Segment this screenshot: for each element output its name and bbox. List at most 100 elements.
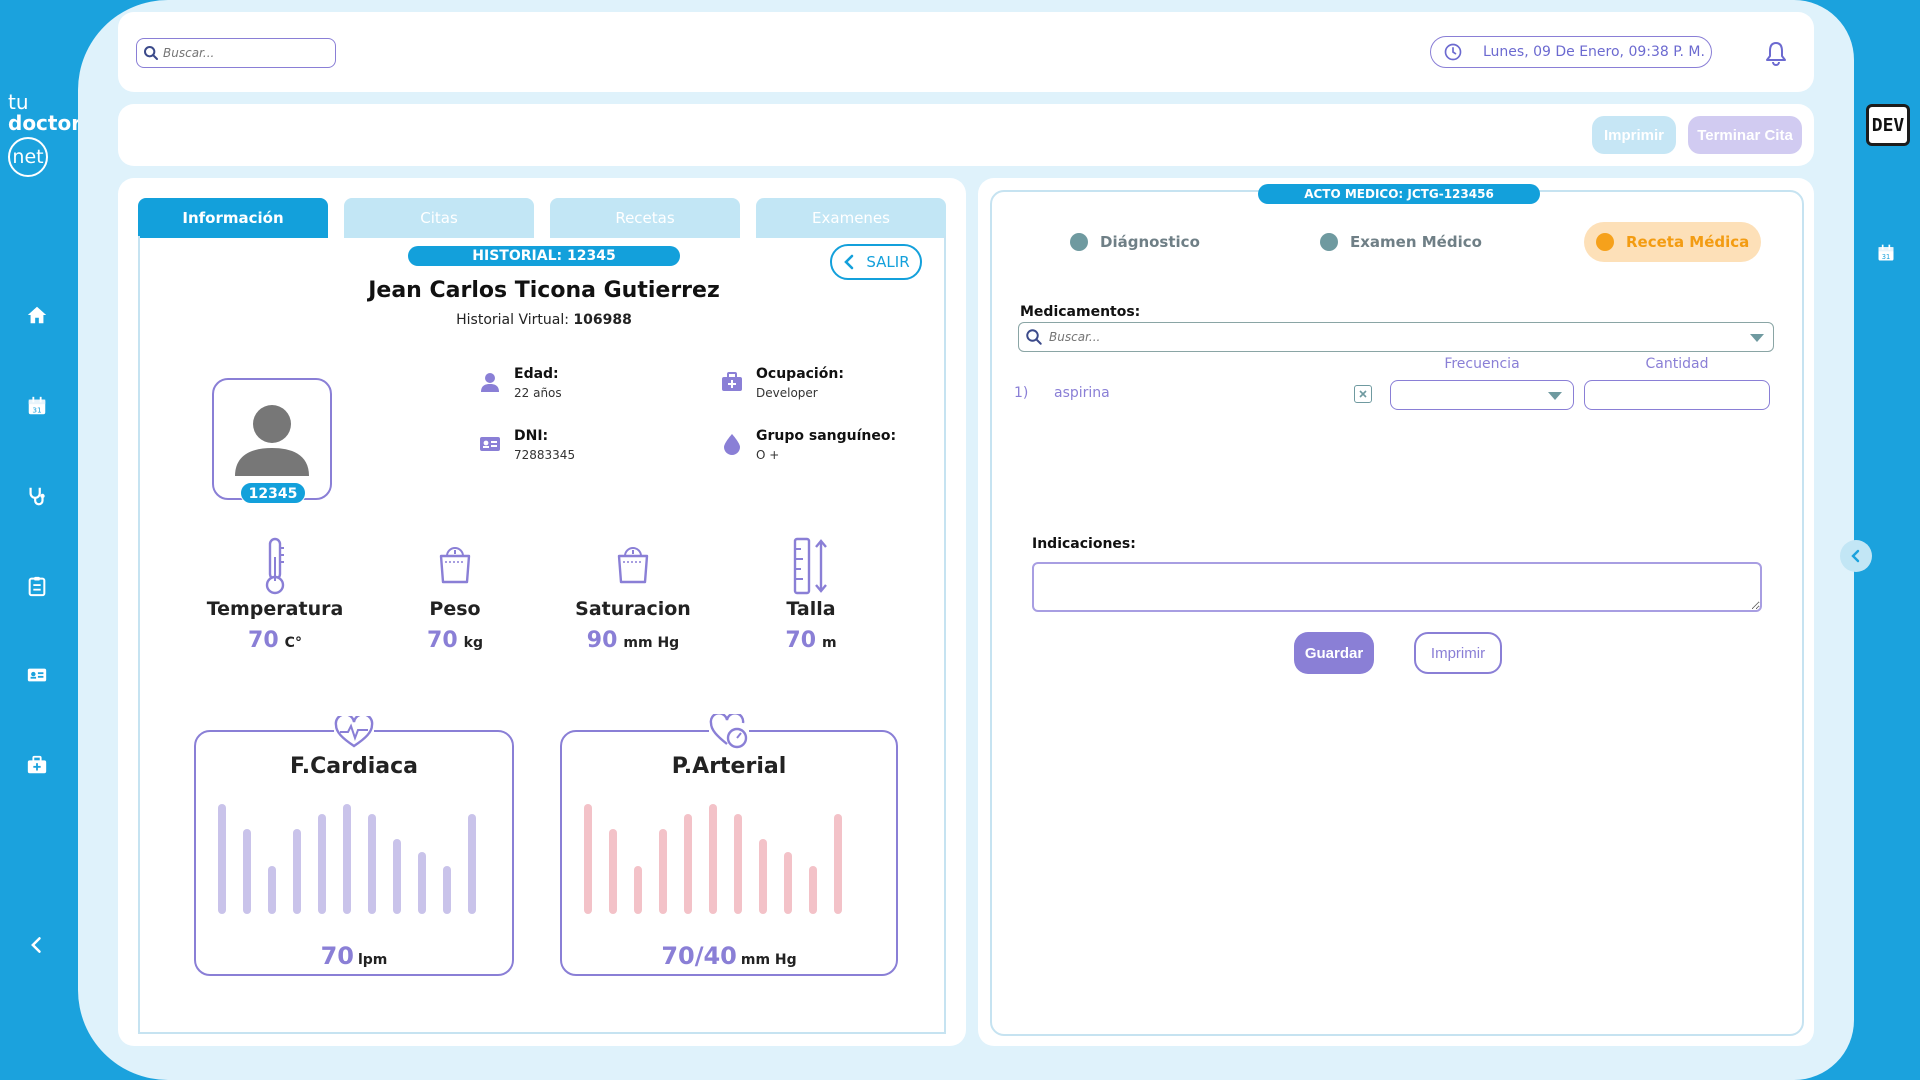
blood-pressure-bar xyxy=(784,852,792,914)
sidebar-item-calendar[interactable]: 31 xyxy=(22,391,52,421)
occupation-label: Ocupación: xyxy=(756,366,844,382)
step-diagnostico[interactable]: Diágnostico xyxy=(1070,222,1200,262)
calendar-icon: 31 xyxy=(1878,244,1894,261)
heart-rate-card: F.Cardiaca 70 lpm xyxy=(194,714,514,976)
logo-line-1: tu xyxy=(8,90,29,114)
heart-pulse-icon xyxy=(334,716,374,748)
right-calendar-button[interactable]: 31 xyxy=(1876,243,1896,267)
medkit-icon xyxy=(27,755,47,774)
vital-label: Talla xyxy=(786,598,836,620)
notification-button[interactable] xyxy=(1764,40,1788,70)
blood-pressure-bar xyxy=(584,804,592,914)
search-icon xyxy=(1026,329,1042,345)
card-unit: lpm xyxy=(357,952,388,968)
medicine-search-input[interactable] xyxy=(1049,330,1699,344)
heart-rate-bar xyxy=(443,866,451,914)
quantity-input[interactable] xyxy=(1584,380,1770,410)
exit-button[interactable]: SALIR xyxy=(830,244,922,280)
blood-pressure-bar xyxy=(709,804,717,914)
medicine-row: 1) aspirina xyxy=(1014,376,1814,410)
dev-badge[interactable]: DEV xyxy=(1866,104,1910,146)
search-box[interactable] xyxy=(136,38,336,68)
height-icon xyxy=(793,537,827,595)
heart-rate-bar xyxy=(368,814,376,914)
step-receta-medica[interactable]: Receta Médica xyxy=(1584,222,1762,262)
sidebar-item-id-card[interactable] xyxy=(22,660,52,690)
app-logo[interactable]: tu doctor net xyxy=(8,92,81,177)
heart-rate-bar xyxy=(243,829,251,914)
id-card-icon xyxy=(27,668,47,682)
vital-label: Peso xyxy=(429,598,481,620)
medicine-search[interactable] xyxy=(1018,322,1774,352)
sidebar-item-medkit[interactable] xyxy=(22,750,52,780)
search-icon xyxy=(144,46,158,60)
acto-medico-badge: ACTO MEDICO: JCTG-123456 xyxy=(1258,184,1540,204)
vital-weight: Peso 70 kg xyxy=(370,536,540,653)
medicine-name: aspirina xyxy=(1054,385,1110,401)
blood-value: O + xyxy=(756,448,780,462)
scale-icon xyxy=(439,547,471,584)
tab-informacion[interactable]: Información xyxy=(138,198,328,238)
heart-rate-bar xyxy=(293,829,301,914)
print-button[interactable]: Imprimir xyxy=(1592,116,1676,154)
clipboard-icon xyxy=(28,576,46,597)
tab-examenes[interactable]: Examenes xyxy=(756,198,946,238)
top-bar: Lunes, 09 De Enero, 09:38 P. M. xyxy=(118,12,1814,92)
print-prescription-button[interactable]: Imprimir xyxy=(1414,632,1502,674)
card-title: P.Arterial xyxy=(671,754,787,779)
consult-box: ACTO MEDICO: JCTG-123456 Diágnostico Exa… xyxy=(990,184,1804,1036)
vital-unit: mm Hg xyxy=(623,635,680,651)
medicamentos-label: Medicamentos: xyxy=(1020,304,1141,320)
info-dni: DNI: 72883345 xyxy=(478,428,575,462)
step-dot xyxy=(1320,233,1338,251)
person-icon xyxy=(481,373,499,392)
sidebar-collapse-button[interactable] xyxy=(22,930,52,960)
tab-recetas[interactable]: Recetas xyxy=(550,198,740,238)
right-panel-toggle[interactable] xyxy=(1840,540,1872,572)
patient-name: Jean Carlos Ticona Gutierrez xyxy=(368,278,720,303)
patient-info-box: HISTORIAL: 12345 SALIR Jean Carlos Ticon… xyxy=(138,236,946,1034)
chevron-down-icon xyxy=(1548,392,1562,400)
card-value: 70 xyxy=(320,942,354,970)
blood-pressure-bars xyxy=(584,802,859,914)
blood-pressure-card: P.Arterial 70/40 mm Hg xyxy=(560,714,898,976)
main-area: Lunes, 09 De Enero, 09:38 P. M. Imprimir… xyxy=(78,0,1854,1080)
heart-rate-bar xyxy=(218,804,226,914)
step-label: Diágnostico xyxy=(1100,233,1200,251)
briefcase-medical-icon xyxy=(722,372,742,391)
save-button[interactable]: Guardar xyxy=(1294,632,1374,674)
col-cantidad: Cantidad xyxy=(1645,356,1709,372)
sidebar-item-clipboard[interactable] xyxy=(22,571,52,601)
tab-citas[interactable]: Citas xyxy=(344,198,534,238)
heart-rate-bars xyxy=(218,802,493,914)
step-dot xyxy=(1596,233,1614,251)
svg-text:31: 31 xyxy=(32,405,41,414)
sidebar-item-stethoscope[interactable] xyxy=(22,481,52,511)
patient-tabs: Información Citas Recetas Examenes xyxy=(138,198,946,238)
chevron-down-icon[interactable] xyxy=(1749,333,1765,343)
search-input[interactable] xyxy=(163,46,323,60)
heart-rate-bar xyxy=(418,852,426,914)
end-appointment-button[interactable]: Terminar Cita xyxy=(1688,116,1802,154)
user-avatar-icon xyxy=(235,405,309,476)
patient-panel: Información Citas Recetas Examenes HISTO… xyxy=(118,178,966,1046)
vital-value: 90 xyxy=(586,628,618,653)
blood-label: Grupo sanguíneo: xyxy=(756,428,897,444)
clock-icon xyxy=(1444,43,1462,61)
sidebar: tu doctor net 31 xyxy=(0,0,81,1080)
frequency-select[interactable] xyxy=(1390,380,1574,410)
vital-value: 70 xyxy=(248,628,279,653)
indicaciones-textarea[interactable] xyxy=(1032,562,1762,612)
remove-medicine-button[interactable] xyxy=(1354,385,1372,403)
vital-value: 70 xyxy=(785,628,817,653)
logo-line-3: net xyxy=(8,137,48,177)
step-examen-medico[interactable]: Examen Médico xyxy=(1320,222,1482,262)
heart-gauge-icon xyxy=(709,714,748,749)
occupation-value: Developer xyxy=(756,386,818,400)
datetime-box: Lunes, 09 De Enero, 09:38 P. M. xyxy=(1430,36,1712,68)
historial-badge: HISTORIAL: 12345 xyxy=(408,246,680,266)
vital-unit: kg xyxy=(463,635,483,651)
sidebar-item-home[interactable] xyxy=(22,300,52,330)
card-title: F.Cardiaca xyxy=(289,754,418,779)
blood-drop-icon xyxy=(724,434,740,455)
